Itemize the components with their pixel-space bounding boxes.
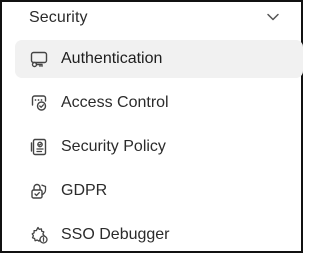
menu-item-label: Access Control: [61, 94, 169, 111]
menu-item-sso-debugger[interactable]: SSO Debugger: [15, 216, 303, 254]
policy-document-icon: [29, 137, 49, 157]
chevron-down-icon[interactable]: [266, 10, 280, 24]
gdpr-shield-check-icon: [29, 181, 49, 201]
security-section-header[interactable]: Security: [2, 2, 301, 34]
menu-item-label: Authentication: [61, 50, 163, 67]
menu-item-label: GDPR: [61, 182, 108, 199]
security-menu-panel: Security Authentication Access Control S…: [0, 0, 303, 253]
sso-debugger-gear-icon: [29, 225, 49, 245]
menu-item-label: SSO Debugger: [61, 226, 170, 243]
menu-item-access-control[interactable]: Access Control: [15, 84, 303, 122]
auth-key-card-icon: [29, 49, 49, 69]
menu-item-gdpr[interactable]: GDPR: [15, 172, 303, 210]
access-control-icon: [29, 93, 49, 113]
menu-item-label: Security Policy: [61, 138, 166, 155]
menu-item-authentication[interactable]: Authentication: [15, 40, 303, 78]
section-title: Security: [29, 9, 88, 26]
menu-item-security-policy[interactable]: Security Policy: [15, 128, 303, 166]
